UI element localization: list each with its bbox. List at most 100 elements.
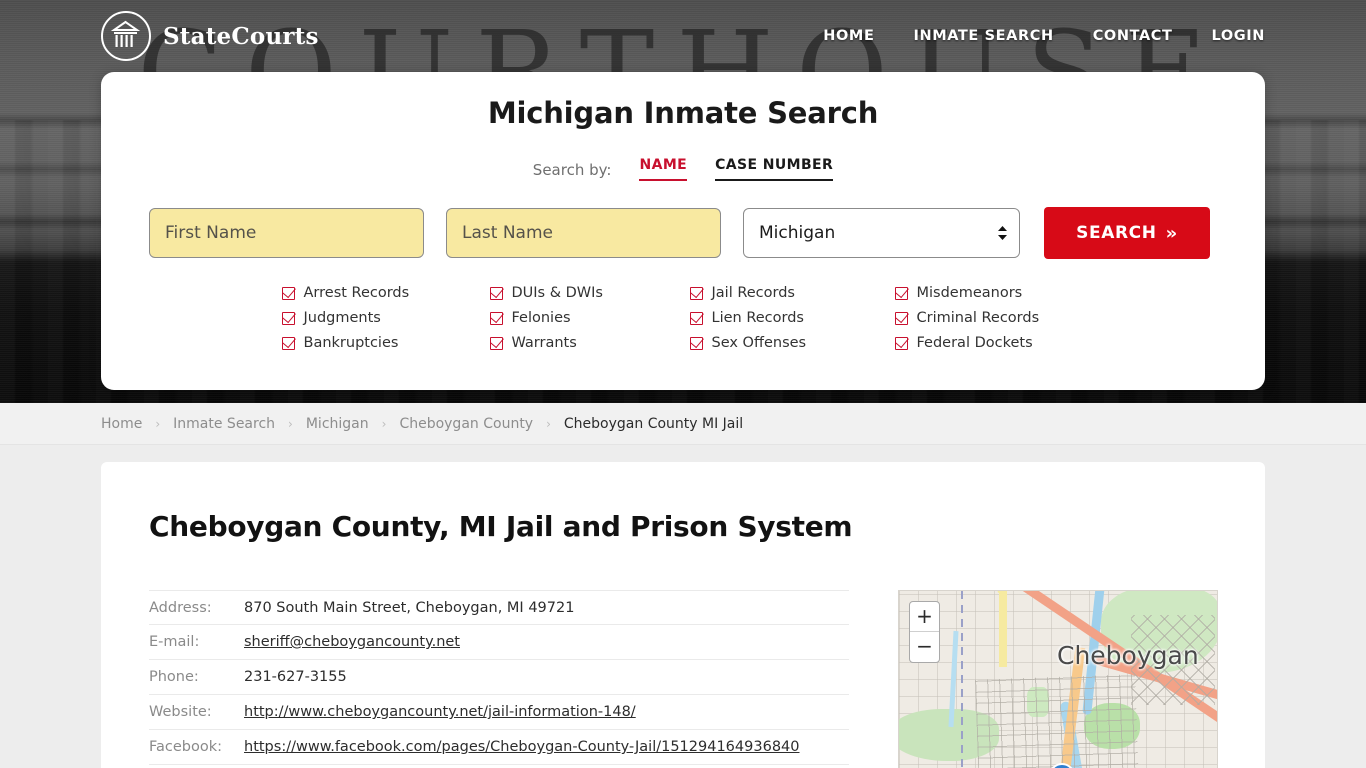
checkbox-checked-icon [489, 286, 503, 300]
zoom-in-button[interactable]: + [910, 602, 939, 632]
courthouse-circle-icon [101, 11, 151, 61]
info-value-website: http://www.cheboygancounty.net/jail-info… [244, 704, 636, 720]
checkbox-checked-icon [689, 336, 703, 350]
map-road [999, 591, 1007, 667]
info-label-address: Address: [149, 599, 212, 616]
table-row: Address: 870 South Main Street, Cheboyga… [149, 590, 849, 625]
record-type-label: Judgments [303, 310, 381, 326]
checkbox-checked-icon [489, 311, 503, 325]
nav-item-contact[interactable]: CONTACT [1093, 28, 1173, 44]
brand-logo-link[interactable]: StateCourts [101, 11, 319, 61]
record-type-item: Lien Records [689, 310, 895, 326]
details-and-map-row: Address: 870 South Main Street, Cheboyga… [149, 590, 1218, 768]
zoom-out-button[interactable]: − [910, 632, 939, 662]
double-chevron-right-icon: » [1165, 222, 1178, 244]
state-select[interactable]: Michigan [743, 208, 1020, 258]
last-name-input[interactable] [446, 208, 721, 258]
table-row: Facebook: https://www.facebook.com/pages… [149, 730, 849, 765]
chevron-right-icon: › [288, 416, 293, 431]
checkbox-checked-icon [689, 311, 703, 325]
info-label-website: Website: [149, 704, 212, 720]
website-link[interactable]: http://www.cheboygancounty.net/jail-info… [244, 704, 636, 720]
info-label-phone: Phone: [149, 669, 199, 685]
checkbox-checked-icon [281, 286, 295, 300]
record-type-label: Jail Records [711, 285, 795, 301]
breadcrumb: Home › Inmate Search › Michigan › Cheboy… [101, 416, 743, 432]
map-city-label: Cheboygan [1057, 641, 1199, 670]
checkbox-checked-icon [894, 311, 908, 325]
main-content-area: Cheboygan County, MI Jail and Prison Sys… [0, 445, 1366, 768]
record-type-item: DUIs & DWIs [489, 285, 690, 301]
map-downtown-grid [975, 674, 1139, 768]
record-type-label: Warrants [511, 335, 577, 351]
breadcrumb-item-home[interactable]: Home [101, 416, 142, 432]
table-row: Website: http://www.cheboygancounty.net/… [149, 695, 849, 730]
search-by-tabs: Search by: NAME CASE NUMBER [101, 157, 1265, 181]
search-button-label: SEARCH [1076, 223, 1157, 243]
breadcrumb-item-cheboygan-county[interactable]: Cheboygan County [399, 416, 533, 432]
info-value-email: sheriff@cheboygancounty.net [244, 634, 460, 650]
state-select-wrapper: Michigan [743, 208, 1020, 258]
record-type-label: Misdemeanors [916, 285, 1023, 301]
inmate-search-card: Michigan Inmate Search Search by: NAME C… [101, 72, 1265, 390]
email-link[interactable]: sheriff@cheboygancounty.net [244, 634, 460, 650]
checkbox-checked-icon [281, 336, 295, 350]
record-type-item: Bankruptcies [281, 335, 490, 351]
info-label-email: E-mail: [149, 634, 200, 650]
search-form: Michigan SEARCH » [101, 207, 1265, 259]
map-zoom-controls: + − [909, 601, 940, 663]
checkbox-checked-icon [281, 311, 295, 325]
chevron-right-icon: › [381, 416, 387, 431]
nav-item-inmate-search[interactable]: INMATE SEARCH [913, 28, 1053, 44]
brand-name: StateCourts [163, 22, 319, 50]
record-type-item: Arrest Records [281, 285, 490, 301]
tab-name[interactable]: NAME [639, 157, 688, 181]
info-value-facebook: https://www.facebook.com/pages/Cheboygan… [244, 739, 800, 755]
facility-info-table: Address: 870 South Main Street, Cheboyga… [149, 590, 849, 768]
facebook-link[interactable]: https://www.facebook.com/pages/Cheboygan… [244, 739, 800, 755]
info-label-facebook: Facebook: [149, 739, 223, 755]
table-row: Phone: 231-627-3155 [149, 660, 849, 695]
record-type-item: Judgments [281, 310, 490, 326]
nav-item-home[interactable]: HOME [823, 28, 874, 44]
record-type-item: Felonies [489, 310, 690, 326]
checkbox-checked-icon [689, 286, 703, 300]
page-title: Cheboygan County, MI Jail and Prison Sys… [149, 510, 853, 543]
search-card-title: Michigan Inmate Search [487, 96, 879, 130]
breadcrumb-item-michigan[interactable]: Michigan [306, 416, 369, 432]
record-type-label: Arrest Records [303, 285, 410, 301]
record-type-item: Warrants [489, 335, 690, 351]
info-value-phone: 231-627-3155 [244, 669, 347, 685]
record-type-item: Misdemeanors [894, 285, 1095, 301]
record-type-item: Jail Records [689, 285, 895, 301]
record-type-item: Sex Offenses [689, 335, 895, 351]
chevron-right-icon: › [155, 416, 161, 431]
record-type-label: Lien Records [711, 310, 804, 326]
nav-item-login[interactable]: LOGIN [1212, 28, 1265, 44]
record-type-item: Criminal Records [894, 310, 1095, 326]
checkbox-checked-icon [489, 336, 503, 350]
breadcrumb-item-inmate-search[interactable]: Inmate Search [173, 416, 275, 432]
record-type-label: DUIs & DWIs [511, 285, 603, 301]
tab-case-number[interactable]: CASE NUMBER [715, 157, 834, 181]
record-type-label: Felonies [511, 310, 571, 326]
search-button[interactable]: SEARCH » [1044, 207, 1210, 259]
table-row: E-mail: sheriff@cheboygancounty.net [149, 625, 849, 660]
breadcrumb-bar: Home › Inmate Search › Michigan › Cheboy… [0, 403, 1366, 445]
checkbox-checked-icon [894, 286, 908, 300]
info-value-address: 870 South Main Street, Cheboygan, MI 497… [244, 599, 575, 616]
main-nav: HOME INMATE SEARCH CONTACT LOGIN [823, 28, 1265, 44]
hero-section: COURTHOUSE StateCourts HOME INMATE SEARC… [0, 0, 1366, 403]
record-type-label: Bankruptcies [303, 335, 399, 351]
record-type-label: Federal Dockets [916, 335, 1033, 351]
record-types-list: Arrest Records DUIs & DWIs Jail Records … [101, 285, 1265, 351]
chevron-right-icon: › [546, 416, 551, 431]
location-map[interactable]: Cheboygan + − [898, 590, 1218, 768]
breadcrumb-item-current: Cheboygan County MI Jail [563, 415, 744, 432]
first-name-input[interactable] [149, 208, 424, 258]
record-type-label: Sex Offenses [711, 335, 807, 351]
jail-details-card: Cheboygan County, MI Jail and Prison Sys… [101, 462, 1265, 768]
top-navigation-bar: StateCourts HOME INMATE SEARCH CONTACT L… [0, 0, 1366, 72]
map-boundary-line [961, 591, 963, 768]
record-type-label: Criminal Records [916, 310, 1040, 326]
